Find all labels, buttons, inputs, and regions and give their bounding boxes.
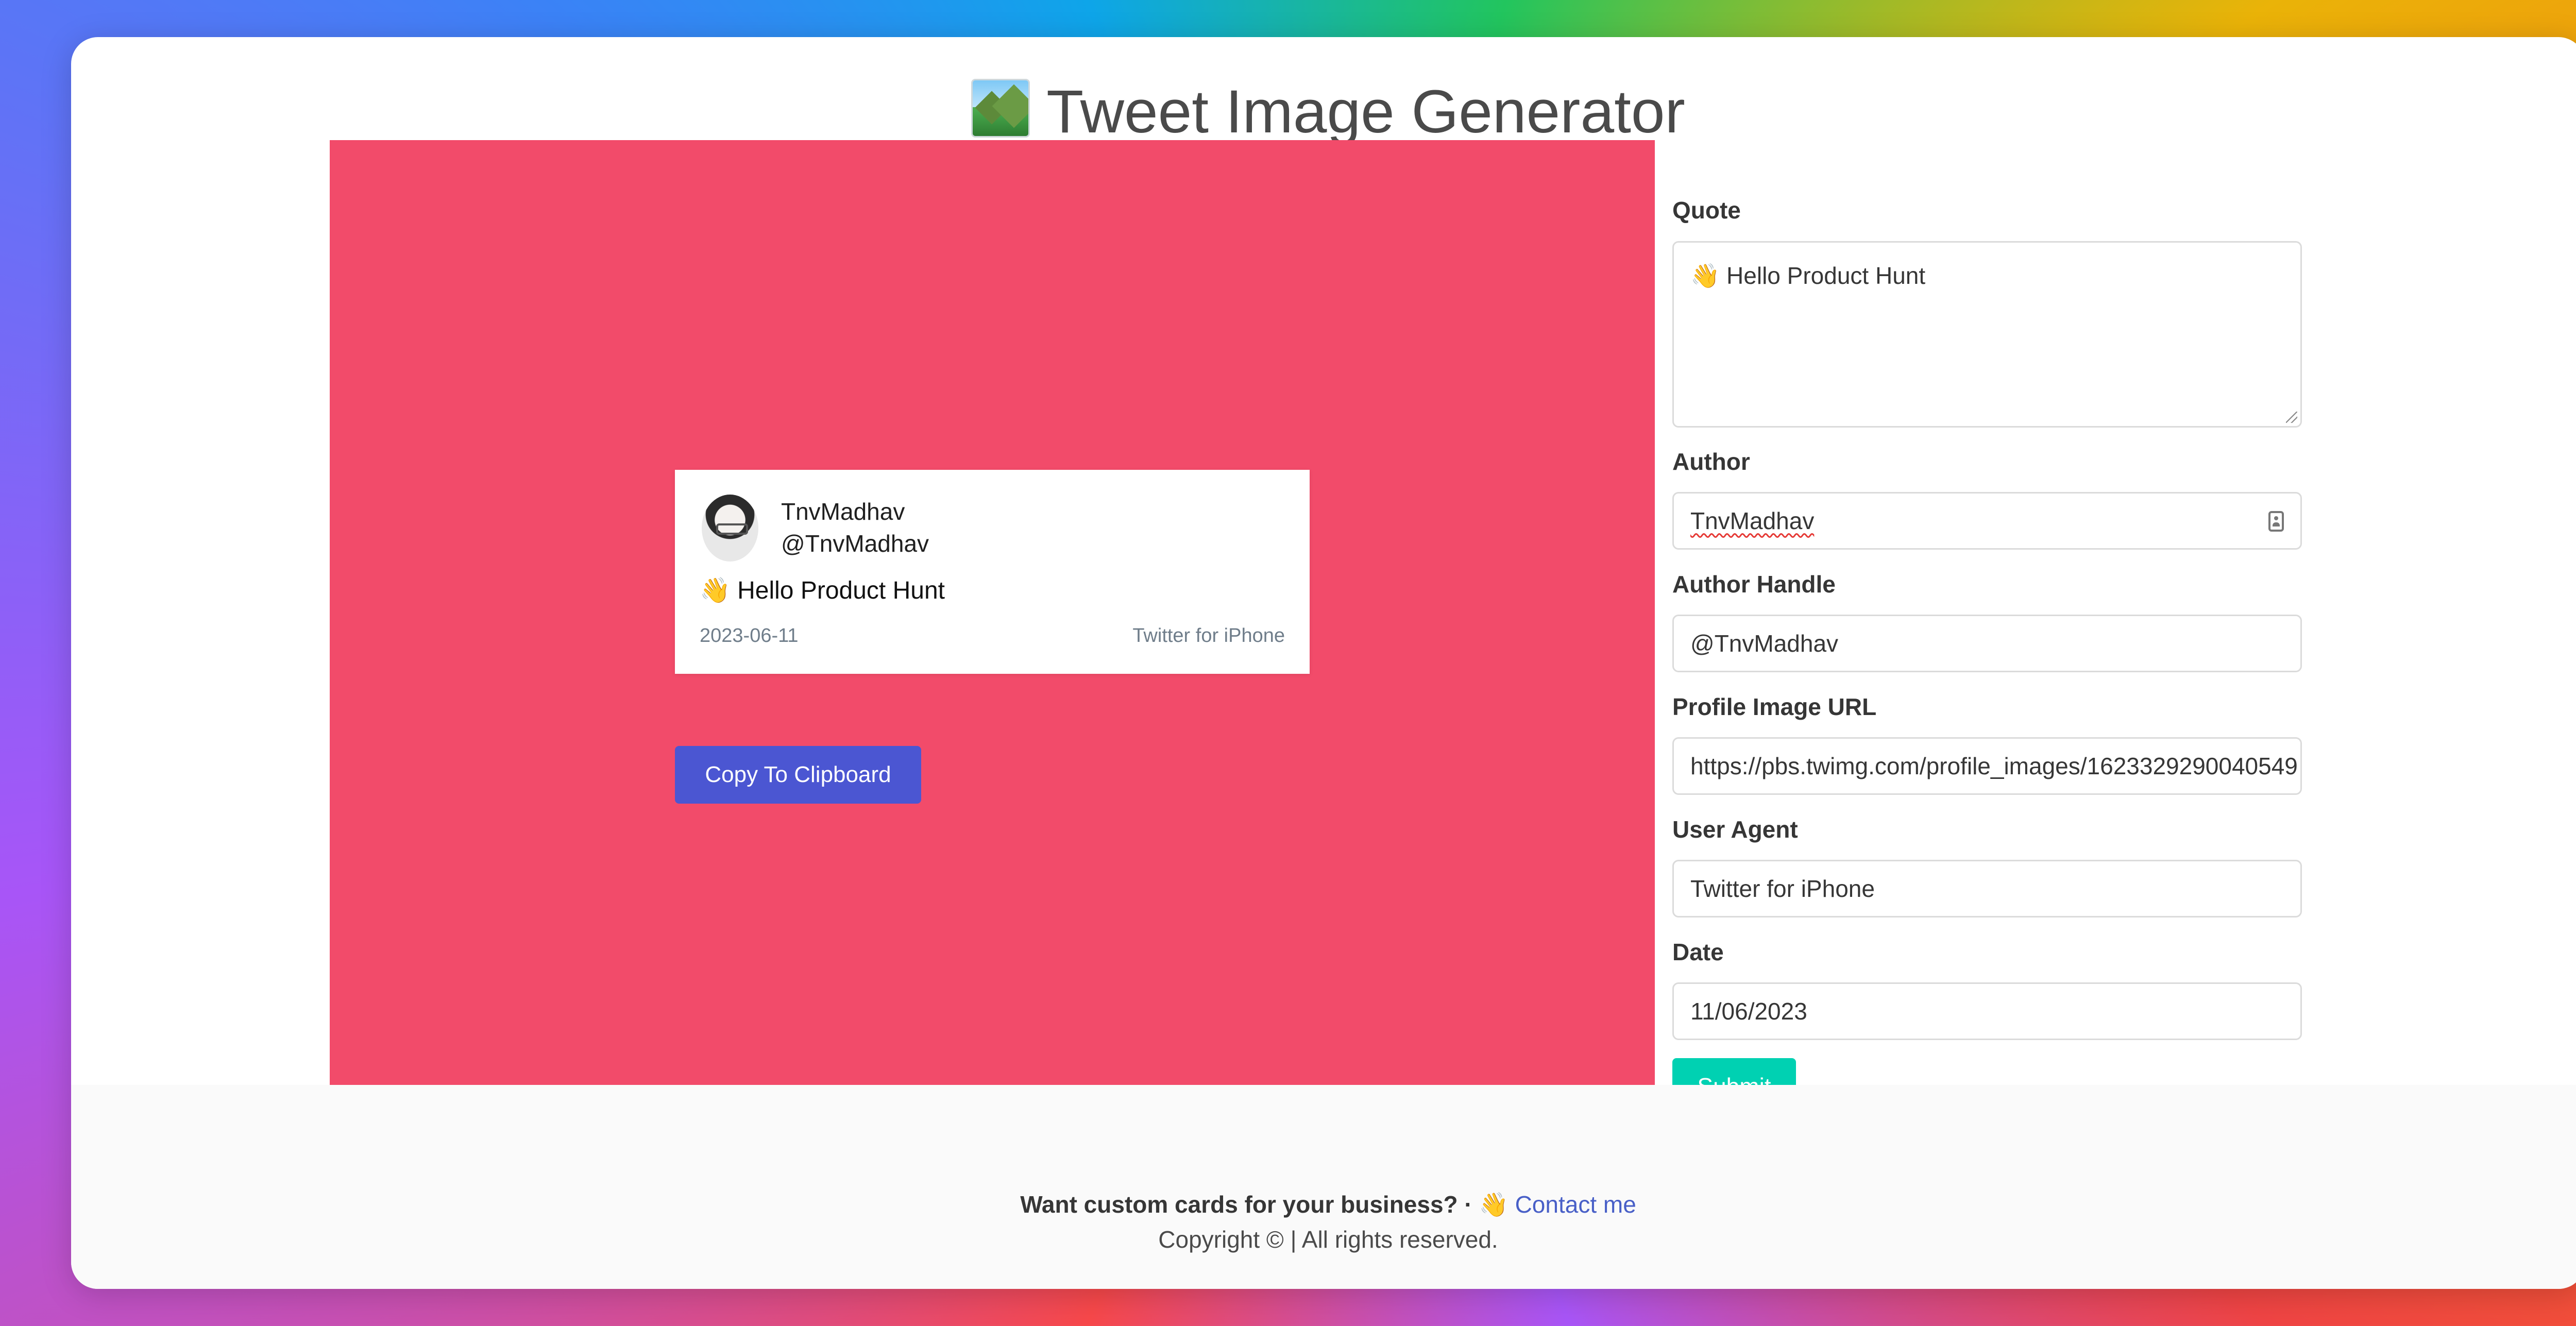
profile-image-url-label: Profile Image URL [1672, 693, 1877, 720]
page-title-text: Tweet Image Generator [1046, 78, 1685, 146]
contact-card-icon[interactable] [2268, 511, 2284, 532]
footer-cta: Want custom cards for your business? · 👋… [71, 1188, 2576, 1221]
quote-textarea[interactable]: 👋 Hello Product Hunt [1672, 241, 2302, 428]
avatar [702, 495, 758, 562]
quote-label: Quote [1672, 197, 1741, 224]
copy-to-clipboard-button[interactable]: Copy To Clipboard [675, 746, 921, 804]
author-input-value: TnvMadhav [1690, 507, 1815, 534]
author-handle-input-value: @TnvMadhav [1690, 630, 1839, 657]
contact-me-link[interactable]: Contact me [1515, 1191, 1636, 1218]
footer-cta-text: Want custom cards for your business? · 👋 [1020, 1191, 1509, 1218]
resize-handle-icon[interactable] [2286, 412, 2297, 423]
author-handle-label: Author Handle [1672, 571, 1836, 598]
date-input-value: 11/06/2023 [1690, 998, 1807, 1025]
app-window: Tweet Image Generator TnvMadhav @TnvMadh… [71, 37, 2576, 1289]
author-handle-input[interactable]: @TnvMadhav [1672, 615, 2302, 672]
footer: Want custom cards for your business? · 👋… [71, 1085, 2576, 1289]
tweet-user-agent: Twitter for iPhone [1132, 625, 1285, 647]
user-agent-label: User Agent [1672, 816, 1798, 843]
landscape-icon [971, 79, 1030, 138]
author-label: Author [1672, 448, 1750, 475]
footer-copyright: Copyright © | All rights reserved. [1158, 1226, 1498, 1253]
tweet-quote-text: 👋 Hello Product Hunt [700, 577, 945, 604]
author-input[interactable]: TnvMadhav [1672, 492, 2302, 550]
user-agent-input-value: Twitter for iPhone [1690, 875, 1875, 902]
tweet-author-name: TnvMadhav [781, 498, 905, 525]
date-input[interactable]: 11/06/2023 [1672, 982, 2302, 1040]
page-title: Tweet Image Generator [71, 73, 2576, 150]
profile-image-url-input-value: https://pbs.twimg.com/profile_images/162… [1690, 753, 2298, 779]
user-agent-input[interactable]: Twitter for iPhone [1672, 860, 2302, 917]
date-label: Date [1672, 939, 1724, 965]
tweet-date: 2023-06-11 [700, 625, 799, 647]
tweet-author-handle: @TnvMadhav [781, 530, 929, 557]
profile-image-url-input[interactable]: https://pbs.twimg.com/profile_images/162… [1672, 737, 2302, 795]
tweet-preview-canvas: TnvMadhav @TnvMadhav 👋 Hello Product Hun… [330, 140, 1655, 1097]
tweet-card: TnvMadhav @TnvMadhav 👋 Hello Product Hun… [675, 470, 1310, 674]
quote-textarea-value: 👋 Hello Product Hunt [1690, 262, 1926, 289]
